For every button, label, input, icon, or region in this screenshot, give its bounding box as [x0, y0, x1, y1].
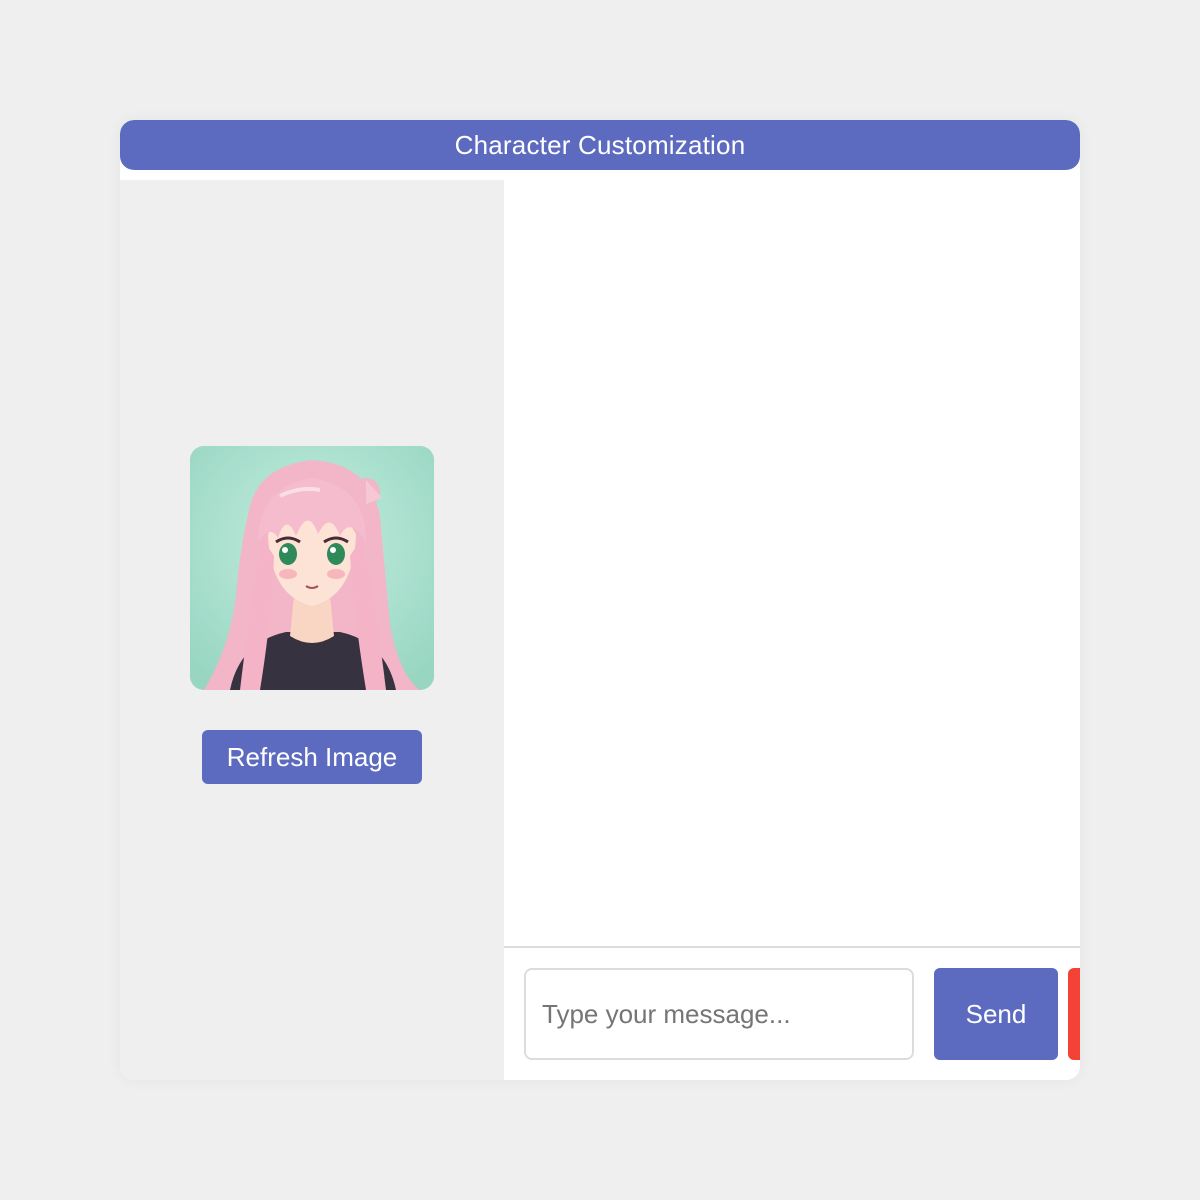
send-button[interactable]: Send [934, 968, 1058, 1060]
refresh-image-button[interactable]: Refresh Image [202, 730, 422, 784]
message-input[interactable] [524, 968, 914, 1060]
app-window: Character Customization Refresh Image Ty… [120, 120, 1080, 1080]
page-title: Character Customization [120, 120, 1080, 170]
clear-button[interactable] [1068, 968, 1080, 1060]
anime-character-portrait-icon [190, 446, 434, 690]
message-list[interactable] [504, 180, 1080, 946]
sidebar: Refresh Image [120, 180, 504, 1080]
composer: Send [504, 946, 1080, 1080]
character-avatar [190, 446, 434, 690]
chat-panel: Send [504, 180, 1080, 1080]
